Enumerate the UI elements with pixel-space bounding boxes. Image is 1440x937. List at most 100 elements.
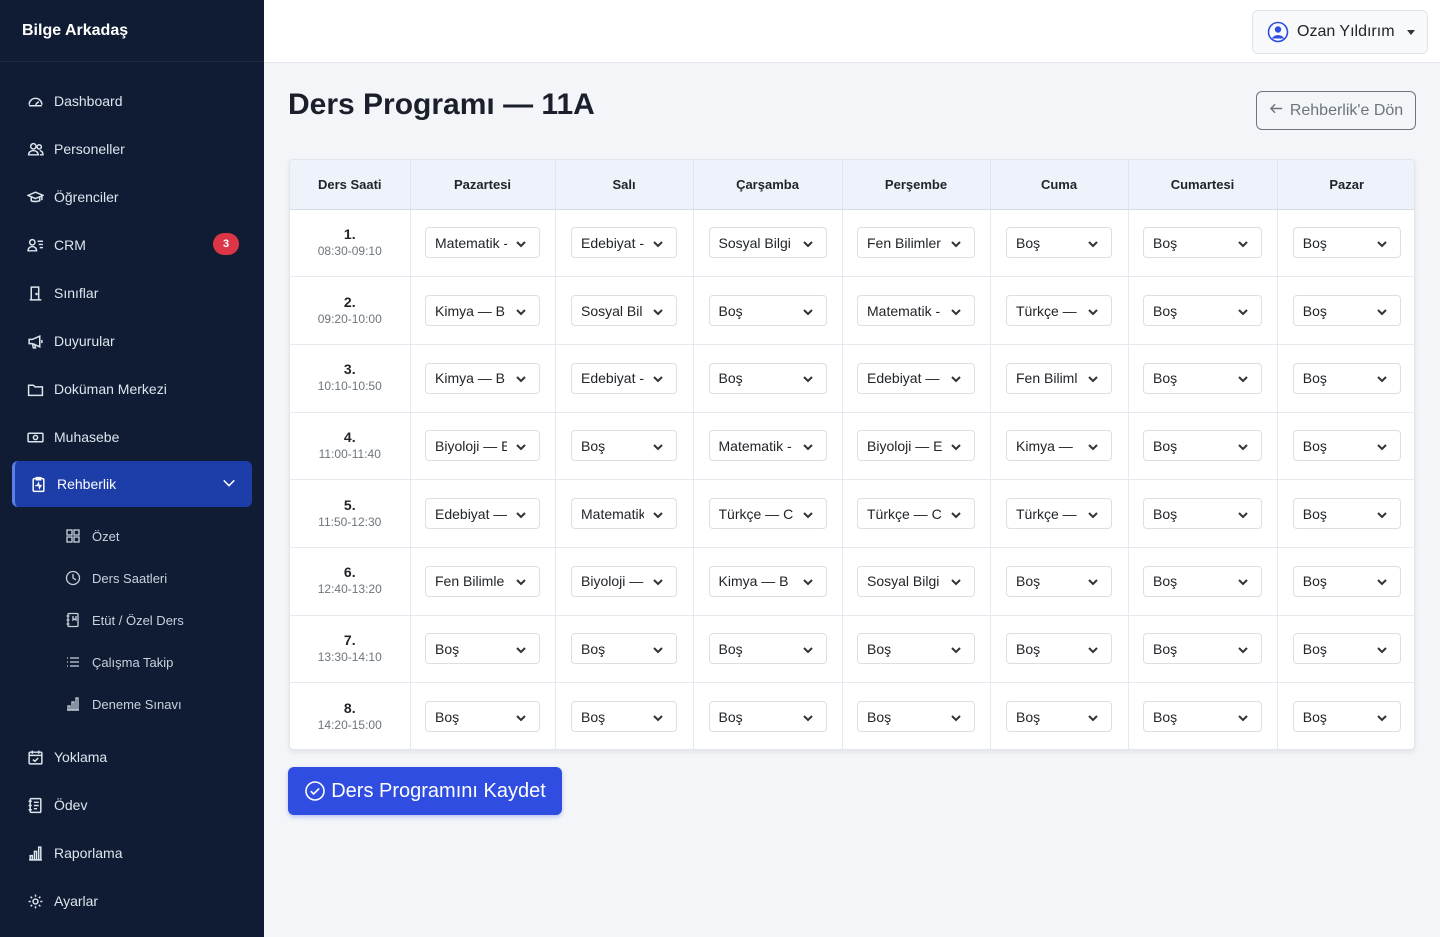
save-schedule-button[interactable]: Ders Programını Kaydet bbox=[288, 767, 562, 815]
course-select[interactable]: Boş bbox=[1006, 565, 1112, 597]
sidebar-item-label: Sınıflar bbox=[54, 285, 99, 301]
course-select[interactable]: Boş bbox=[1143, 430, 1262, 462]
schedule-cell: Edebiyat — bbox=[410, 479, 556, 548]
course-select[interactable]: Boş bbox=[1143, 295, 1262, 327]
course-select[interactable]: Boş bbox=[1143, 498, 1262, 530]
course-select[interactable]: Boş bbox=[1292, 362, 1401, 394]
course-select[interactable]: Edebiyat - bbox=[571, 227, 677, 259]
course-select[interactable]: Boş bbox=[708, 701, 827, 733]
chevron-down-icon bbox=[950, 575, 962, 587]
sidebar-item-ogrenciler[interactable]: Öğrenciler bbox=[0, 173, 264, 221]
sidebar-item-label: Duyurular bbox=[54, 333, 115, 349]
course-select[interactable]: Boş bbox=[708, 633, 827, 665]
sidebar-item-duyurular[interactable]: Duyurular bbox=[0, 317, 264, 365]
lesson-slot-cell: 4. 11:00-11:40 bbox=[290, 412, 411, 481]
submenu-item-deneme-sinavi[interactable]: Deneme Sınavı bbox=[0, 683, 264, 725]
course-select[interactable]: Türkçe — bbox=[1006, 498, 1112, 530]
course-select[interactable]: Sosyal Bil bbox=[571, 295, 677, 327]
course-select[interactable]: Boş bbox=[1143, 362, 1262, 394]
course-select[interactable]: Boş bbox=[857, 633, 975, 665]
course-select[interactable]: Biyoloji — bbox=[571, 565, 677, 597]
sidebar-item-personeller[interactable]: Personeller bbox=[0, 125, 264, 173]
topbar: Ozan Yıldırım bbox=[264, 0, 1440, 63]
sidebar-item-dashboard[interactable]: Dashboard bbox=[0, 77, 264, 125]
course-select[interactable]: Boş bbox=[1292, 498, 1401, 530]
course-select-value: Edebiyat — bbox=[435, 505, 507, 522]
course-select[interactable]: Boş bbox=[708, 362, 827, 394]
course-select-value: Biyoloji — bbox=[581, 573, 644, 590]
course-select[interactable]: Boş bbox=[571, 430, 677, 462]
lesson-number: 2. bbox=[343, 293, 356, 310]
course-select-value: Boş bbox=[435, 708, 460, 725]
course-select-value: Boş bbox=[581, 708, 606, 725]
sidebar-item-label: Dashboard bbox=[54, 93, 123, 109]
sidebar-item-raporlama[interactable]: Raporlama bbox=[0, 829, 264, 877]
course-select[interactable]: Boş bbox=[1143, 565, 1262, 597]
course-select[interactable]: Kimya — B bbox=[425, 362, 540, 394]
course-select[interactable]: Boş bbox=[571, 701, 677, 733]
course-select[interactable]: Matematik - bbox=[425, 227, 540, 259]
course-select[interactable]: Matematik - bbox=[708, 430, 827, 462]
course-select[interactable]: Sosyal Bilgi bbox=[708, 227, 827, 259]
course-select[interactable]: Edebiyat - bbox=[571, 362, 677, 394]
course-select[interactable]: Boş bbox=[1143, 227, 1262, 259]
course-select[interactable]: Matematik - bbox=[857, 295, 975, 327]
sidebar-item-muhasebe[interactable]: Muhasebe bbox=[0, 413, 264, 461]
course-select[interactable]: Kimya — bbox=[1006, 430, 1112, 462]
schedule-cell: Boş bbox=[555, 682, 694, 749]
submenu-item-ders-saatleri[interactable]: Ders Saatleri bbox=[0, 557, 264, 599]
course-select[interactable]: Boş bbox=[857, 701, 975, 733]
back-to-rehberlik-button[interactable]: Rehberlik'e Dön bbox=[1256, 91, 1416, 130]
sidebar-item-dokuman-merkezi[interactable]: Doküman Merkezi bbox=[0, 365, 264, 413]
course-select-value: Edebiyat - bbox=[581, 234, 644, 251]
course-select[interactable]: Boş bbox=[1292, 430, 1401, 462]
course-select[interactable]: Boş bbox=[1292, 295, 1401, 327]
course-select[interactable]: Kimya — B bbox=[708, 565, 827, 597]
chevron-down-icon bbox=[652, 575, 664, 587]
course-select[interactable]: Fen Biliml bbox=[1006, 362, 1112, 394]
course-select[interactable]: Fen Bilimler bbox=[857, 227, 975, 259]
sidebar-item-siniflar[interactable]: Sınıflar bbox=[0, 269, 264, 317]
submenu-item-calisma-takip[interactable]: Çalışma Takip bbox=[0, 641, 264, 683]
brand-logo-text[interactable]: Bilge Arkadaş bbox=[0, 0, 264, 62]
course-select[interactable]: Sosyal Bilgi bbox=[857, 565, 975, 597]
sidebar-item-crm[interactable]: CRM 3 bbox=[0, 221, 264, 269]
course-select[interactable]: Boş bbox=[425, 633, 540, 665]
course-select[interactable]: Boş bbox=[1292, 701, 1401, 733]
course-select-value: Türkçe — bbox=[1016, 302, 1077, 319]
lesson-slot-cell: 2. 09:20-10:00 bbox=[290, 276, 411, 345]
course-select[interactable]: Türkçe — C bbox=[708, 498, 827, 530]
course-select[interactable]: Boş bbox=[1292, 565, 1401, 597]
course-select[interactable]: Boş bbox=[1292, 227, 1401, 259]
course-select[interactable]: Boş bbox=[1143, 633, 1262, 665]
column-header-day: Cuma bbox=[990, 160, 1129, 210]
submenu-item-ozet[interactable]: Özet bbox=[0, 515, 264, 557]
sidebar-item-yoklama[interactable]: Yoklama bbox=[0, 733, 264, 781]
chevron-down-icon bbox=[1087, 305, 1099, 317]
grid-icon bbox=[64, 527, 82, 545]
course-select[interactable]: Türkçe — bbox=[1006, 295, 1112, 327]
sidebar-item-rehberlik[interactable]: Rehberlik bbox=[12, 461, 252, 507]
course-select[interactable]: Boş bbox=[1292, 633, 1401, 665]
course-select[interactable]: Boş bbox=[425, 701, 540, 733]
course-select[interactable]: Edebiyat — bbox=[425, 498, 540, 530]
course-select[interactable]: Türkçe — C bbox=[857, 498, 975, 530]
user-menu-button[interactable]: Ozan Yıldırım bbox=[1252, 10, 1428, 54]
course-select[interactable]: Boş bbox=[1006, 701, 1112, 733]
chevron-down-icon bbox=[802, 237, 814, 249]
sidebar-item-odev[interactable]: Ödev bbox=[0, 781, 264, 829]
course-select[interactable]: Boş bbox=[571, 633, 677, 665]
submenu-item-etut-ozel-ders[interactable]: Etüt / Özel Ders bbox=[0, 599, 264, 641]
course-select[interactable]: Boş bbox=[1006, 227, 1112, 259]
course-select[interactable]: Boş bbox=[708, 295, 827, 327]
course-select[interactable]: Edebiyat — bbox=[857, 362, 975, 394]
course-select[interactable]: Kimya — B bbox=[425, 295, 540, 327]
course-select[interactable]: Boş bbox=[1143, 701, 1262, 733]
course-select[interactable]: Fen Bilimle bbox=[425, 565, 540, 597]
course-select[interactable]: Boş bbox=[1006, 633, 1112, 665]
course-select[interactable]: Biyoloji — E bbox=[425, 430, 540, 462]
course-select[interactable]: Biyoloji — E bbox=[857, 430, 975, 462]
course-select-value: Kimya — B bbox=[718, 573, 789, 590]
course-select[interactable]: Matematik bbox=[571, 498, 677, 530]
sidebar-item-ayarlar[interactable]: Ayarlar bbox=[0, 877, 264, 925]
